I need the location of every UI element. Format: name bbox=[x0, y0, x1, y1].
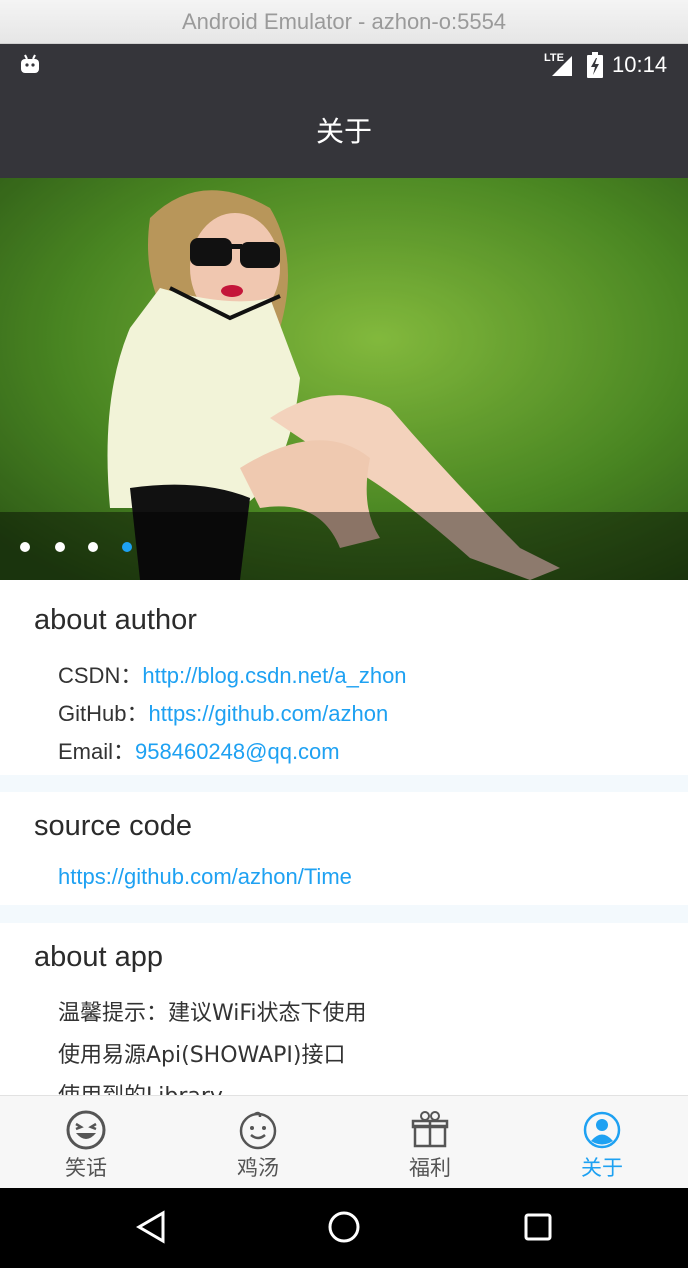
source-code-section: source code https://github.com/azhon/Tim… bbox=[0, 792, 688, 905]
tab-soup-label: 鸡汤 bbox=[237, 1156, 279, 1180]
battery-charging-icon bbox=[587, 52, 603, 78]
source-code-title: source code bbox=[34, 810, 192, 842]
email-row: Email：958460248@qq.com bbox=[58, 734, 340, 766]
email-link[interactable]: 958460248@qq.com bbox=[135, 739, 340, 764]
system-navigation-bar bbox=[0, 1188, 688, 1268]
github-label: GitHub： bbox=[58, 701, 149, 726]
tab-soup[interactable]: 鸡汤 bbox=[172, 1096, 344, 1189]
banner-indicator-bar bbox=[0, 512, 688, 580]
about-app-line-2: 使用易源Api(SHOWAPI)接口 bbox=[58, 1043, 346, 1068]
source-code-row: https://github.com/azhon/Time bbox=[58, 864, 352, 890]
bottom-tab-bar: 笑话 鸡汤 福利 关于 bbox=[0, 1095, 688, 1188]
banner-dot-3[interactable] bbox=[88, 542, 98, 552]
user-profile-icon bbox=[583, 1111, 621, 1149]
about-app-section: about app 温馨提示：建议WiFi状态下使用 使用易源Api(SHOWA… bbox=[0, 923, 688, 1095]
about-author-title: about author bbox=[34, 604, 197, 636]
about-app-title: about app bbox=[34, 941, 164, 973]
csdn-row: CSDN：http://blog.csdn.net/a_zhon bbox=[58, 658, 407, 690]
app-bar: 关于 bbox=[0, 86, 688, 178]
status-bar: LTE 10:14 bbox=[0, 44, 688, 86]
back-icon[interactable] bbox=[136, 1210, 166, 1244]
about-app-line-3: 使用到的Library bbox=[58, 1078, 223, 1095]
about-content[interactable]: about author CSDN：http://blog.csdn.net/a… bbox=[0, 580, 688, 1095]
source-code-link[interactable]: https://github.com/azhon/Time bbox=[58, 864, 352, 889]
tab-about[interactable]: 关于 bbox=[516, 1096, 688, 1189]
signal-icon bbox=[552, 56, 572, 76]
tab-welfare[interactable]: 福利 bbox=[344, 1096, 516, 1189]
gift-box-icon bbox=[411, 1111, 449, 1148]
status-clock: 10:14 bbox=[612, 52, 668, 77]
banner-dot-4-active[interactable] bbox=[122, 542, 132, 552]
about-app-line-1: 温馨提示：建议WiFi状态下使用 bbox=[58, 1001, 367, 1026]
banner-dot-2[interactable] bbox=[55, 542, 65, 552]
page-title: 关于 bbox=[315, 115, 372, 148]
window-title: Android Emulator - azhon-o:5554 bbox=[0, 0, 688, 44]
recents-icon[interactable] bbox=[523, 1210, 553, 1244]
home-icon[interactable] bbox=[327, 1210, 361, 1244]
banner-dot-1[interactable] bbox=[20, 542, 30, 552]
tab-jokes[interactable]: 笑话 bbox=[0, 1096, 172, 1189]
email-label: Email： bbox=[58, 739, 136, 764]
laughing-face-icon bbox=[66, 1110, 106, 1150]
tab-welfare-label: 福利 bbox=[409, 1156, 451, 1180]
baby-face-icon bbox=[239, 1111, 277, 1150]
about-author-section: about author CSDN：http://blog.csdn.net/a… bbox=[0, 580, 688, 775]
github-link[interactable]: https://github.com/azhon bbox=[148, 701, 388, 726]
csdn-link[interactable]: http://blog.csdn.net/a_zhon bbox=[142, 663, 406, 688]
android-notification-icon bbox=[21, 54, 39, 73]
tab-jokes-label: 笑话 bbox=[65, 1156, 107, 1180]
banner-carousel[interactable] bbox=[0, 178, 688, 580]
csdn-label: CSDN： bbox=[58, 663, 143, 688]
github-row: GitHub：https://github.com/azhon bbox=[58, 696, 388, 728]
tab-about-label: 关于 bbox=[581, 1156, 623, 1180]
